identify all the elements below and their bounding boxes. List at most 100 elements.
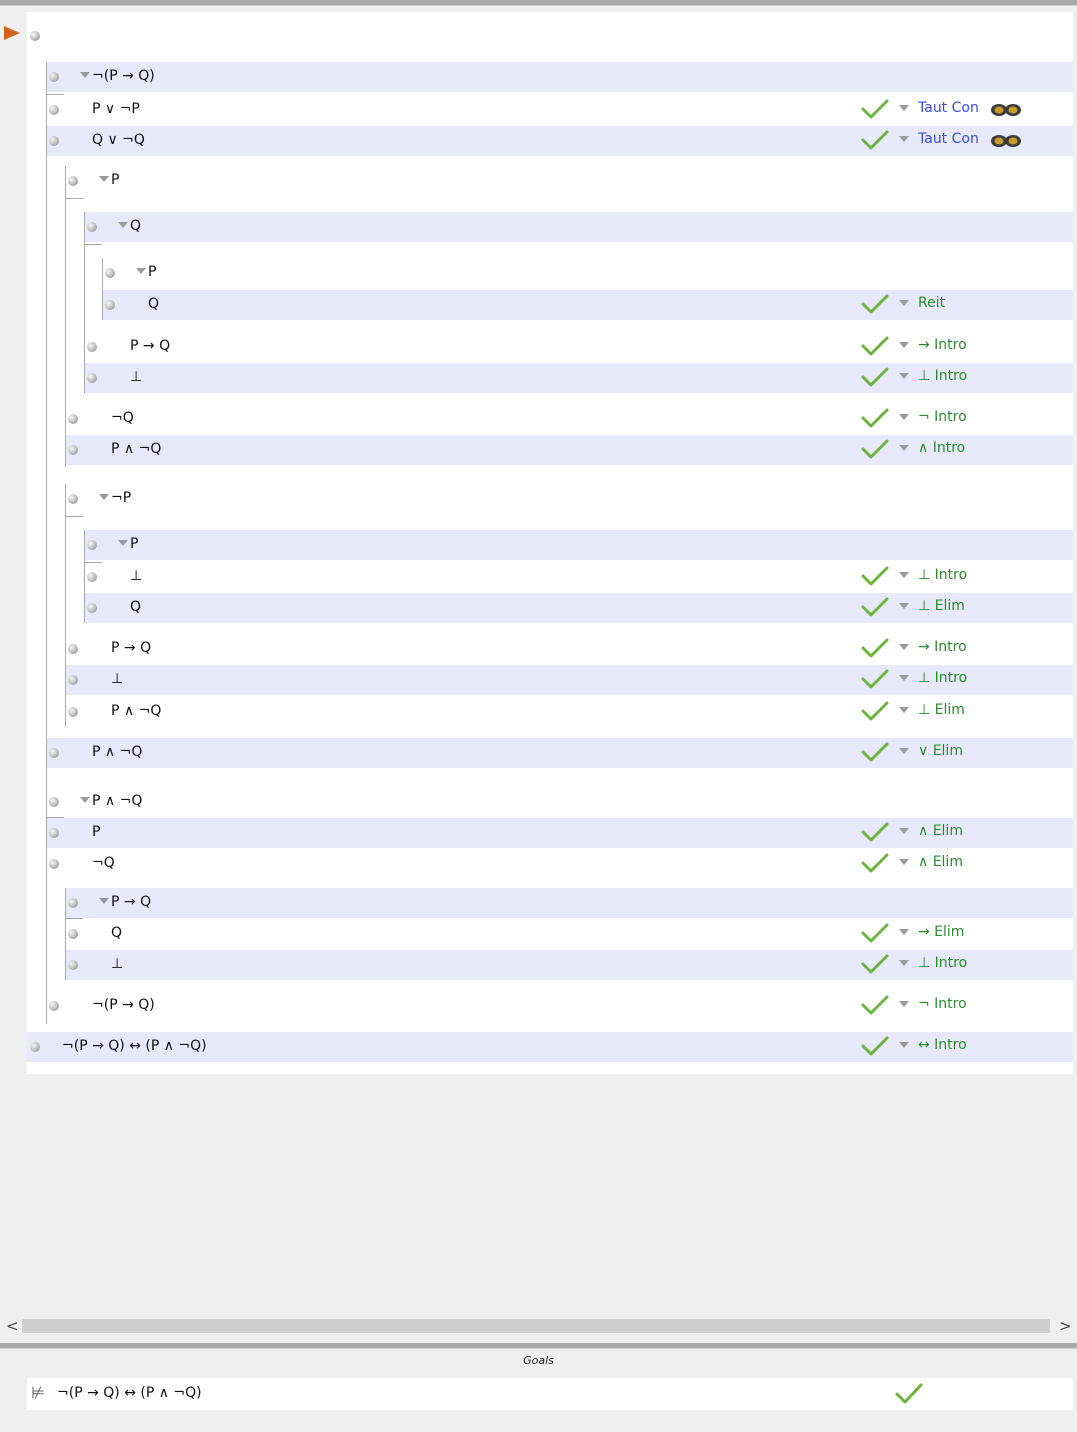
step-formula[interactable]: P → Q bbox=[111, 640, 151, 656]
rule-label[interactable]: ↔ Intro bbox=[918, 1037, 967, 1053]
horizontal-scrollbar[interactable]: < > bbox=[0, 1316, 1077, 1336]
rule-label[interactable]: ∨ Elim bbox=[918, 743, 963, 759]
check-icon[interactable] bbox=[861, 98, 889, 120]
check-icon[interactable] bbox=[861, 700, 889, 722]
proof-step-row[interactable] bbox=[66, 484, 1073, 514]
rule-label[interactable]: → Intro bbox=[918, 639, 967, 655]
step-formula[interactable]: Q bbox=[130, 599, 141, 615]
rule-label[interactable]: ⊥ Intro bbox=[918, 368, 967, 384]
rule-dropdown-icon[interactable] bbox=[899, 960, 909, 966]
step-formula[interactable]: ¬(P → Q) bbox=[92, 997, 155, 1013]
check-icon[interactable] bbox=[861, 668, 889, 690]
rule-dropdown-icon[interactable] bbox=[899, 572, 909, 578]
check-icon[interactable] bbox=[861, 994, 889, 1016]
step-formula[interactable]: P ∧ ¬Q bbox=[92, 793, 142, 809]
step-formula[interactable]: ¬Q bbox=[92, 855, 115, 871]
step-formula[interactable]: ¬P bbox=[111, 490, 131, 506]
rule-dropdown-icon[interactable] bbox=[899, 1001, 909, 1007]
check-icon[interactable] bbox=[861, 407, 889, 429]
rule-dropdown-icon[interactable] bbox=[899, 603, 909, 609]
step-bullet-icon[interactable] bbox=[49, 828, 59, 838]
step-bullet-icon[interactable] bbox=[68, 176, 78, 186]
check-icon[interactable] bbox=[861, 741, 889, 763]
check-icon[interactable] bbox=[861, 1035, 889, 1057]
step-formula[interactable]: P bbox=[130, 536, 138, 552]
rule-dropdown-icon[interactable] bbox=[899, 644, 909, 650]
proof-step-row[interactable] bbox=[85, 212, 1073, 242]
step-bullet-icon[interactable] bbox=[87, 373, 97, 383]
step-bullet-icon[interactable] bbox=[49, 797, 59, 807]
proof-step-row[interactable] bbox=[103, 258, 1073, 288]
step-bullet-icon[interactable] bbox=[87, 222, 97, 232]
check-icon[interactable] bbox=[861, 821, 889, 843]
step-bullet-icon[interactable] bbox=[68, 445, 78, 455]
scrollbar-thumb[interactable] bbox=[22, 1319, 1050, 1333]
rule-label[interactable]: Taut Con bbox=[918, 100, 979, 116]
rule-label[interactable]: ∧ Intro bbox=[918, 440, 965, 456]
step-bullet-icon[interactable] bbox=[30, 31, 40, 41]
rule-label[interactable]: ⊥ Intro bbox=[918, 955, 967, 971]
step-bullet-icon[interactable] bbox=[49, 1001, 59, 1011]
rule-dropdown-icon[interactable] bbox=[899, 748, 909, 754]
check-icon[interactable] bbox=[861, 129, 889, 151]
rule-dropdown-icon[interactable] bbox=[899, 342, 909, 348]
rule-label[interactable]: Taut Con bbox=[918, 131, 979, 147]
step-formula[interactable]: P → Q bbox=[130, 338, 170, 354]
rule-dropdown-icon[interactable] bbox=[899, 707, 909, 713]
collapse-triangle-icon[interactable] bbox=[80, 797, 90, 803]
step-formula[interactable]: ⊥ bbox=[111, 956, 123, 972]
rule-label[interactable]: ∧ Elim bbox=[918, 854, 963, 870]
step-bullet-icon[interactable] bbox=[49, 136, 59, 146]
rule-dropdown-icon[interactable] bbox=[899, 1042, 909, 1048]
step-formula[interactable]: P ∨ ¬P bbox=[92, 101, 140, 117]
step-formula[interactable]: P bbox=[148, 264, 156, 280]
rule-dropdown-icon[interactable] bbox=[899, 300, 909, 306]
step-formula[interactable]: ¬Q bbox=[111, 410, 134, 426]
step-formula[interactable]: Q bbox=[111, 925, 122, 941]
rule-dropdown-icon[interactable] bbox=[899, 373, 909, 379]
step-formula[interactable]: P → Q bbox=[111, 894, 151, 910]
rule-dropdown-icon[interactable] bbox=[899, 859, 909, 865]
check-icon[interactable] bbox=[861, 922, 889, 944]
rule-dropdown-icon[interactable] bbox=[899, 414, 909, 420]
step-bullet-icon[interactable] bbox=[87, 540, 97, 550]
collapse-triangle-icon[interactable] bbox=[118, 540, 128, 546]
proof-step-row[interactable] bbox=[47, 787, 1073, 817]
check-icon[interactable] bbox=[861, 438, 889, 460]
step-bullet-icon[interactable] bbox=[49, 748, 59, 758]
step-bullet-icon[interactable] bbox=[68, 644, 78, 654]
check-icon[interactable] bbox=[861, 565, 889, 587]
rule-label[interactable]: ⊥ Elim bbox=[918, 702, 965, 718]
proof-step-row[interactable] bbox=[27, 21, 1073, 51]
step-formula[interactable]: Q bbox=[130, 218, 141, 234]
collapse-triangle-icon[interactable] bbox=[118, 222, 128, 228]
rule-label[interactable]: ¬ Intro bbox=[918, 996, 967, 1012]
step-formula[interactable]: ⊥ bbox=[130, 369, 142, 385]
rule-dropdown-icon[interactable] bbox=[899, 136, 909, 142]
step-bullet-icon[interactable] bbox=[49, 105, 59, 115]
check-icon[interactable] bbox=[861, 335, 889, 357]
check-icon[interactable] bbox=[861, 953, 889, 975]
rule-label[interactable]: Reit bbox=[918, 295, 945, 311]
step-bullet-icon[interactable] bbox=[49, 72, 59, 82]
step-formula[interactable]: P ∧ ¬Q bbox=[92, 744, 142, 760]
check-icon[interactable] bbox=[861, 852, 889, 874]
rule-label[interactable]: ⊥ Intro bbox=[918, 670, 967, 686]
step-formula[interactable]: P bbox=[111, 172, 119, 188]
rule-dropdown-icon[interactable] bbox=[899, 445, 909, 451]
goggles-icon[interactable] bbox=[990, 133, 1022, 149]
rule-dropdown-icon[interactable] bbox=[899, 929, 909, 935]
proof-panel[interactable]: ¬(P → Q) P ∨ ¬P Taut Con Q ∨ ¬Q Taut Con P Q P Q… bbox=[0, 6, 1077, 1316]
rule-dropdown-icon[interactable] bbox=[899, 828, 909, 834]
check-icon[interactable] bbox=[861, 596, 889, 618]
step-bullet-icon[interactable] bbox=[105, 300, 115, 310]
step-bullet-icon[interactable] bbox=[68, 960, 78, 970]
collapse-triangle-icon[interactable] bbox=[99, 494, 109, 500]
step-bullet-icon[interactable] bbox=[30, 1042, 40, 1052]
proof-step-row[interactable] bbox=[47, 62, 1073, 92]
step-bullet-icon[interactable] bbox=[87, 342, 97, 352]
rule-dropdown-icon[interactable] bbox=[899, 675, 909, 681]
scroll-right-button[interactable]: > bbox=[1059, 1317, 1072, 1335]
collapse-triangle-icon[interactable] bbox=[80, 72, 90, 78]
step-formula[interactable]: Q ∨ ¬Q bbox=[92, 132, 145, 148]
